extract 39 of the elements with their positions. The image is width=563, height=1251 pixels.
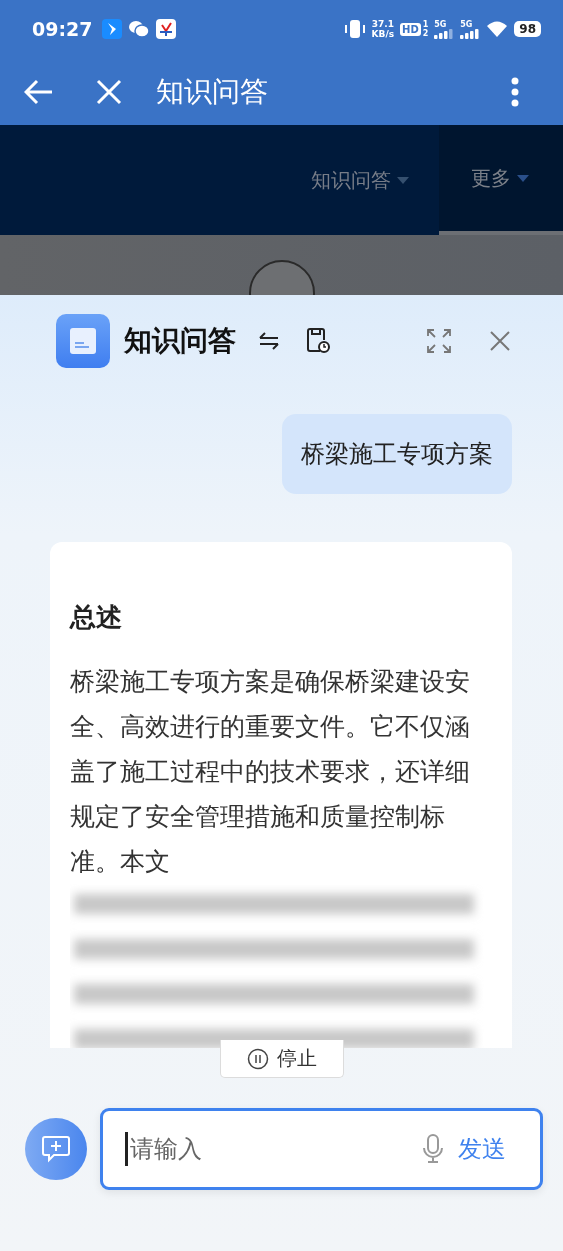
user-message: 桥梁施工专项方案 — [282, 414, 512, 494]
panel-title: 知识问答 — [124, 323, 236, 359]
app-notification-icon — [156, 19, 177, 39]
network-type: 5G — [434, 19, 447, 29]
back-button[interactable] — [24, 78, 54, 105]
nav-menu-item[interactable]: 更多 — [439, 125, 563, 235]
network-speed: 37.1 — [371, 19, 394, 29]
hd-badge: HD — [400, 22, 421, 36]
history-button[interactable] — [306, 328, 330, 354]
microphone-button[interactable] — [422, 1134, 444, 1164]
app-notification-icon — [102, 19, 123, 39]
knowledge-app-icon — [56, 314, 110, 368]
close-panel-button[interactable] — [489, 330, 511, 352]
chat-bubbles-icon — [128, 19, 151, 39]
caret-icon — [517, 174, 529, 182]
sim-number: 1 — [422, 20, 429, 29]
status-time: 09:27 — [32, 18, 93, 40]
answer-heading: 总述 — [70, 601, 123, 634]
speed-unit: KB/s — [371, 29, 395, 39]
answer-paragraph: 桥梁施工专项方案是确保桥梁建设安全、高效进行的重要文件。它不仅涵盖了施工过程中的技术要求，还详细规定了安全管理措施和质量控制标准。本文 — [70, 666, 471, 878]
message-input-field[interactable]: 请输入 发送 — [100, 1108, 543, 1190]
battery-indicator: 98 — [514, 21, 541, 37]
wifi-icon — [486, 20, 509, 38]
signal-icon — [434, 28, 455, 39]
close-button[interactable] — [96, 78, 122, 105]
add-chat-icon — [41, 1135, 71, 1163]
vibrate-icon — [343, 18, 366, 40]
switch-button[interactable] — [258, 332, 280, 350]
pause-icon — [246, 1047, 269, 1070]
network-type: 5G — [460, 19, 473, 29]
send-button[interactable]: 发送 — [458, 1133, 506, 1165]
caret-icon — [397, 176, 409, 184]
stop-button[interactable]: 停止 — [219, 1040, 344, 1078]
more-options-button[interactable] — [511, 76, 519, 107]
signal-icon — [460, 28, 481, 39]
expand-button[interactable] — [427, 329, 451, 353]
nav-menu-item[interactable]: 知识问答 — [281, 125, 439, 235]
page-title: 知识问答 — [156, 73, 268, 110]
sim-number: 2 — [422, 29, 429, 38]
